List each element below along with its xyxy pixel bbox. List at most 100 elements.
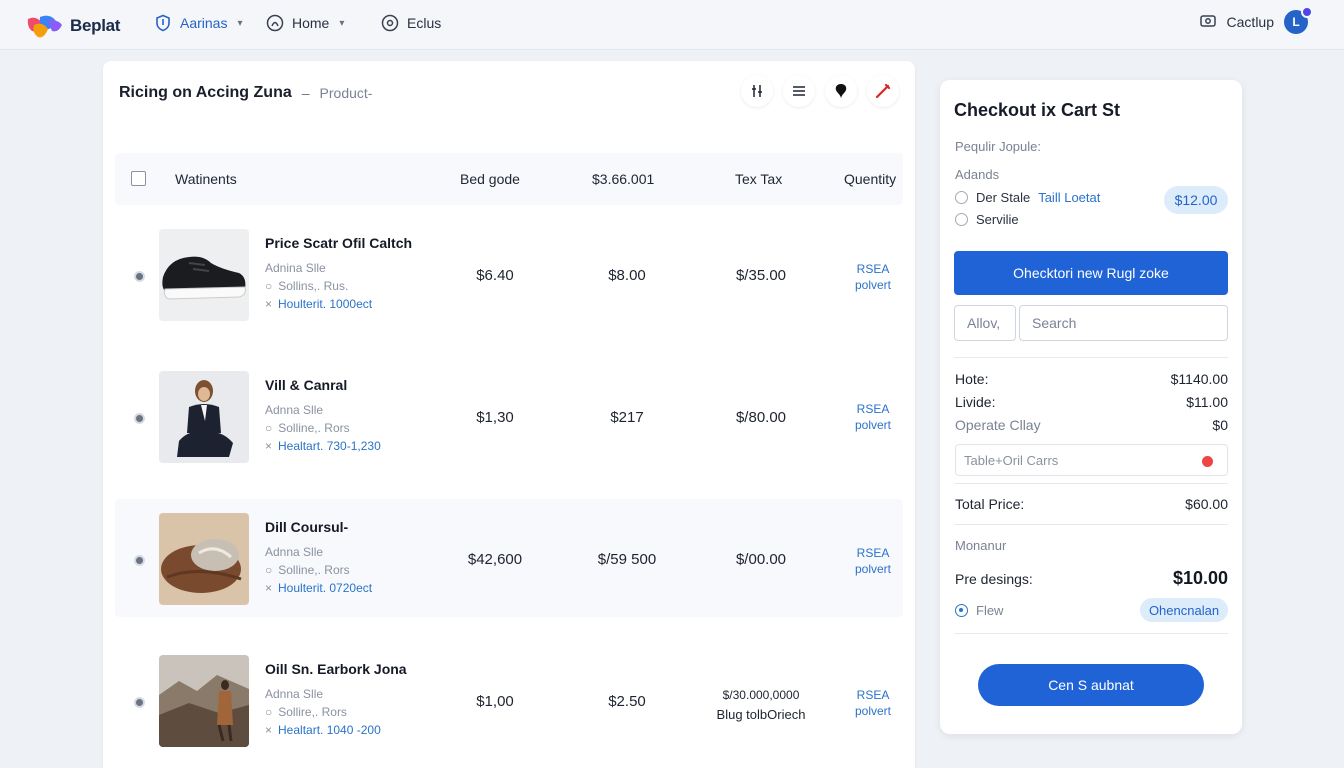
bullet-icon: ○ [265,705,273,719]
column-header-name[interactable]: Watinents [175,171,237,187]
close-icon: × [265,297,273,311]
radio-button[interactable] [955,191,968,204]
table-row[interactable]: Vill & Canral Adnna Slle ○ Solline,. Rors… [115,359,903,477]
search-input[interactable]: Search [1019,305,1228,341]
nav-item-home[interactable]: Home ▾ [266,14,344,32]
column-header-c4[interactable]: Quentity [844,171,896,187]
home-icon [266,14,284,32]
settings-circle-icon [381,14,399,32]
product-meta-link[interactable]: Healtart. 1040 -200 [278,723,381,737]
row-select-radio[interactable] [134,555,145,566]
radio-button[interactable] [955,213,968,226]
total-value: $60.00 [1185,496,1228,512]
product-meta-line: ○ Sollins,. Rus. [265,277,372,295]
option-der-stale[interactable]: Der Stale Taill Loetat [955,190,1100,205]
nav-item-aarinas[interactable]: Aarinas ▾ [154,14,243,32]
summary-label: Hote: [955,371,989,387]
summary-row-operate: Operate Cllay $0 [955,417,1228,433]
product-meta: Adnina Slle ○ Sollins,. Rus. × Houlterit. … [265,259,372,313]
column-header-c2[interactable]: $3.66.001 [592,171,654,187]
menu-icon[interactable] [783,75,815,107]
brand-name: Beplat [70,16,121,35]
row-select-radio[interactable] [134,697,145,708]
row-status[interactable]: RSEA polvert [843,545,903,577]
row-status[interactable]: RSEA polvert [843,687,903,719]
product-meta-link[interactable]: Houlterit. 0720ect [278,581,372,595]
avatar-initial: L [1292,15,1300,29]
status-line: polvert [854,704,892,718]
brand[interactable]: Beplat [26,13,120,39]
breadcrumb[interactable]: Product- [320,85,373,101]
submit-button[interactable]: Cen S aubnat [978,664,1204,706]
product-name[interactable]: Price Scatr Ofil Caltch [265,235,412,251]
nav-item-label: Aarinas [180,15,228,31]
new-option[interactable]: Flew [955,603,1003,618]
product-meta: Adnna Slle ○ Solline,. Rors × Healtart. 73… [265,401,381,455]
filter-icon[interactable] [741,75,773,107]
product-meta-line: ○ Solline,. Rors [265,419,381,437]
product-meta-link[interactable]: Healtart. 730-1,230 [278,439,381,453]
product-name[interactable]: Vill & Canral [265,377,347,393]
divider [954,357,1228,358]
status-line: RSEA [856,546,890,560]
product-meta-line: Adnna Slle [265,403,324,417]
products-panel: Ricing on Accing Zuna – Product- Watinen… [103,61,915,768]
row-status[interactable]: RSEA polvert [843,261,903,293]
account-label[interactable]: Cactlup [1227,14,1274,30]
cell-value-2: $/59 500 [597,551,657,568]
option-link[interactable]: Taill Loetat [1038,190,1100,205]
product-meta-text: Solline,. Rors [278,563,350,577]
status-pill[interactable]: Ohencnalan [1140,598,1228,622]
row-status[interactable]: RSEA polvert [843,401,903,433]
shield-icon [154,14,172,32]
row-select-radio[interactable] [134,413,145,424]
select-all-checkbox[interactable] [131,171,146,186]
new-option-label: Flew [976,602,1004,618]
product-meta-line: × Healtart. 1040 -200 [265,721,381,739]
product-meta: Adnna Slle ○ Sollire,. Rors × Healtart. 10… [265,685,381,739]
allov-field[interactable]: Allov, [954,305,1016,341]
nav-item-eclus[interactable]: Eclus [381,14,441,32]
option-text: Servilie [976,212,1019,227]
divider [954,524,1228,525]
product-meta-line: ○ Sollire,. Rors [265,703,381,721]
table-row[interactable]: Dill Coursul- Adnna Slle ○ Solline,. Rors… [115,499,903,617]
row-select-radio[interactable] [134,271,145,282]
table-row[interactable]: Oill Sn. Earbork Jona Adnna Slle ○ Sollir… [115,641,903,759]
option-servilie[interactable]: Servilie [955,212,1019,227]
status-line: polvert [854,562,892,576]
table-row[interactable]: Price Scatr Ofil Caltch Adnina Slle ○ Sol… [115,217,903,335]
top-navigation-bar: Beplat Aarinas ▾ Home ▾ Eclus Cactlup L [0,0,1344,50]
summary-label: Operate Cllay [955,417,1041,433]
close-icon: × [265,723,273,737]
check-circle-icon[interactable] [955,603,968,617]
promo-input[interactable]: Table+Oril Carrs [955,444,1228,476]
clear-icon[interactable] [1202,456,1213,467]
summary-row-hote: Hote: $1140.00 [955,371,1228,387]
bullet-icon: ○ [265,279,273,293]
product-meta-link[interactable]: Houlterit. 1000ect [278,297,372,311]
avatar[interactable]: L [1284,6,1313,34]
tag-icon[interactable] [867,75,899,107]
product-name[interactable]: Dill Coursul- [265,519,348,535]
bullet-icon: ○ [265,421,273,435]
summary-value: $1140.00 [1170,371,1228,387]
product-image-knit-cloth [159,513,249,605]
cell-value-1: $42,600 [467,551,523,568]
monanur-label: Monanur [955,538,1007,553]
checkout-panel: Checkout ix Cart St Pequlir Jopule: Adan… [940,80,1242,734]
breadcrumb-separator: – [301,85,310,101]
product-image-mountain-hiker [159,655,249,747]
column-header-c1[interactable]: Bed gode [460,171,520,187]
cell-value-3: $/30.000,0000 [722,688,800,702]
option-text: Der Stale [976,190,1031,205]
total-label: Total Price: [955,496,1025,512]
checkout-primary-button[interactable]: Ohecktori new Rugl zoke [954,251,1228,295]
checkout-title: Checkout ix Cart St [954,100,1121,120]
product-image-sneaker [159,229,249,321]
column-header-c3[interactable]: Tex Tax [735,171,782,187]
product-name[interactable]: Oill Sn. Earbork Jona [265,661,407,677]
cart-icon[interactable] [1199,12,1217,33]
cell-value-3: $/00.00 [735,551,787,568]
pin-icon[interactable] [825,75,857,107]
